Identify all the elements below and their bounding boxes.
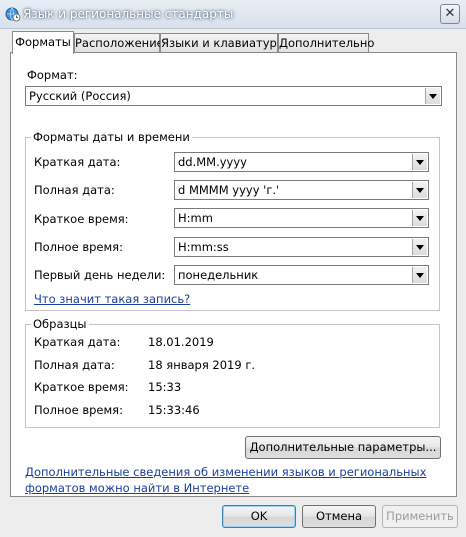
notation-help-link[interactable]: Что значит такая запись? [34,292,190,306]
tab-formats[interactable]: Форматы [12,31,74,54]
cancel-button[interactable]: Отмена [302,505,376,528]
long-time-value: H:mm:ss [178,240,229,254]
close-button[interactable]: ✕ [440,4,460,24]
short-date-value: dd.MM.yyyy [178,155,247,169]
sample-short-time-value: 15:33 [148,380,182,394]
sample-short-date-label: Краткая дата: [34,335,121,349]
sample-long-date-value: 18 января 2019 г. [148,358,256,372]
long-date-value: d MMMM yyyy 'г.' [178,183,280,197]
long-date-label: Полная дата: [34,183,115,197]
apply-button[interactable]: Применить [382,505,458,528]
additional-settings-button[interactable]: Дополнительные параметры... [245,436,441,459]
sample-short-date-value: 18.01.2019 [148,335,214,349]
format-label: Формат: [27,68,78,82]
long-time-select[interactable]: H:mm:ss [174,237,429,257]
format-select-value: Русский (Россия) [29,89,131,103]
long-time-label: Полное время: [34,240,123,254]
tab-administrative[interactable]: Дополнительно [278,33,374,53]
long-date-select[interactable]: d MMMM yyyy 'г.' [174,180,429,200]
format-select[interactable]: Русский (Россия) [25,86,442,106]
sample-long-time-label: Полное время: [34,403,123,417]
chevron-down-icon[interactable] [412,239,427,255]
ok-button[interactable]: OK [222,505,296,528]
chevron-down-icon[interactable] [412,154,427,170]
online-info-link-line1[interactable]: Дополнительные сведения об изменении язы… [25,465,426,479]
tab-keyboards-languages[interactable]: Языки и клавиатуры [160,33,286,53]
first-day-select[interactable]: понедельник [174,265,429,285]
short-time-value: H:mm [178,211,213,225]
samples-caption: Образцы [31,317,89,331]
chevron-down-icon[interactable] [412,267,427,283]
sample-long-date-label: Полная дата: [34,358,115,372]
tab-location[interactable]: Расположение [74,33,164,53]
short-time-label: Краткое время: [34,212,129,226]
datetime-formats-caption: Форматы даты и времени [31,130,192,144]
chevron-down-icon[interactable] [412,182,427,198]
window-title: Язык и региональные стандарты [23,7,234,21]
short-date-label: Краткая дата: [34,155,121,169]
globe-clock-icon [5,7,21,22]
chevron-down-icon[interactable] [425,88,440,104]
chevron-down-icon[interactable] [412,210,427,226]
online-info-link-line2[interactable]: форматов можно найти в Интернете [25,481,249,495]
first-day-label: Первый день недели: [34,268,166,282]
sample-long-time-value: 15:33:46 [148,403,200,417]
short-date-select[interactable]: dd.MM.yyyy [174,152,429,172]
sample-short-time-label: Краткое время: [34,380,129,394]
first-day-value: понедельник [178,268,259,282]
short-time-select[interactable]: H:mm [174,208,429,228]
